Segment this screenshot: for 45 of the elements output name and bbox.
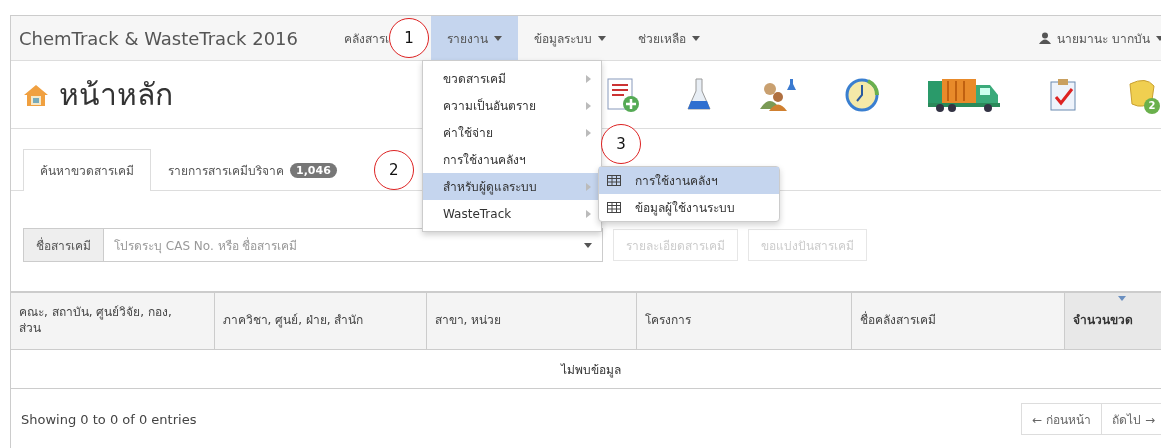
field-label: ชื่อสารเคมี (23, 228, 104, 262)
pagination-button[interactable]: ถัดไป → (1102, 403, 1161, 435)
count-badge: 1,046 (290, 162, 337, 178)
user-icon (1039, 32, 1052, 44)
home-icon (23, 82, 49, 107)
nav-menu[interactable]: รายงาน (431, 16, 518, 60)
tab[interactable]: รายการสารเคมีบริจาค 1,046 (151, 149, 354, 190)
menu-item[interactable]: ค่าใช้จ่าย (423, 119, 601, 146)
nav-menu[interactable]: ข้อมูลระบบ (518, 16, 622, 60)
table-icon (607, 175, 621, 186)
clock-icon[interactable] (844, 76, 880, 113)
callout-marker: 2 (373, 149, 414, 190)
people-icon[interactable] (758, 76, 798, 113)
menu-item[interactable]: ขวดสารเคมี (423, 65, 601, 92)
column-header[interactable]: สาขา, หน่วย (426, 292, 636, 350)
menu-item[interactable]: สำหรับผู้ดูแลระบบ (423, 173, 601, 200)
sort-icon (1117, 296, 1126, 301)
nav-menu[interactable]: ช่วยเหลือ (622, 16, 716, 60)
callout-marker: 1 (389, 18, 429, 58)
menu-item[interactable]: WasteTrack (423, 200, 601, 227)
caret-icon (1156, 35, 1161, 41)
entries-info: Showing 0 to 0 of 0 entries (21, 411, 197, 427)
nav-menu[interactable]: คลังสารเ (328, 16, 389, 60)
document-add-icon[interactable] (606, 76, 640, 113)
user-menu[interactable]: นายมานะ บากบัน (1039, 16, 1161, 60)
page-title: หน้าหลัก (59, 76, 173, 114)
column-header[interactable]: คณะ, สถาบัน, ศูนย์วิจัย, กอง, ส่วน (11, 292, 214, 350)
clipboard-check-icon[interactable] (1048, 76, 1078, 113)
column-header[interactable]: โครงการ (636, 292, 851, 350)
submenu-item[interactable]: ข้อมูลผู้ใช้งานระบบ (599, 194, 779, 221)
column-header[interactable]: ภาควิชา, ศูนย์, ฝ่าย, สำนัก (214, 292, 426, 350)
column-header[interactable]: ชื่อคลังสารเคมี (851, 292, 1064, 350)
column-header[interactable]: จำนวนขวด (1064, 292, 1161, 350)
app-brand[interactable]: ChemTrack & WasteTrack 2016 (11, 16, 306, 60)
menu-item[interactable]: การใช้งานคลังฯ (423, 146, 601, 173)
flask-icon[interactable] (686, 76, 712, 113)
tab[interactable]: ค้นหาขวดสารเคมี (23, 149, 151, 191)
pagination-button[interactable]: ← ก่อนหน้า (1021, 403, 1103, 435)
empty-message: ไม่พบข้อมูล (11, 349, 1161, 389)
callout-marker: 3 (601, 124, 641, 164)
caret-icon (584, 242, 592, 248)
truck-icon[interactable] (926, 76, 1002, 113)
submenu-item[interactable]: การใช้งานคลังฯ (599, 167, 779, 194)
menu-item[interactable]: ความเป็นอันตราย (423, 92, 601, 119)
table-icon (607, 202, 621, 213)
